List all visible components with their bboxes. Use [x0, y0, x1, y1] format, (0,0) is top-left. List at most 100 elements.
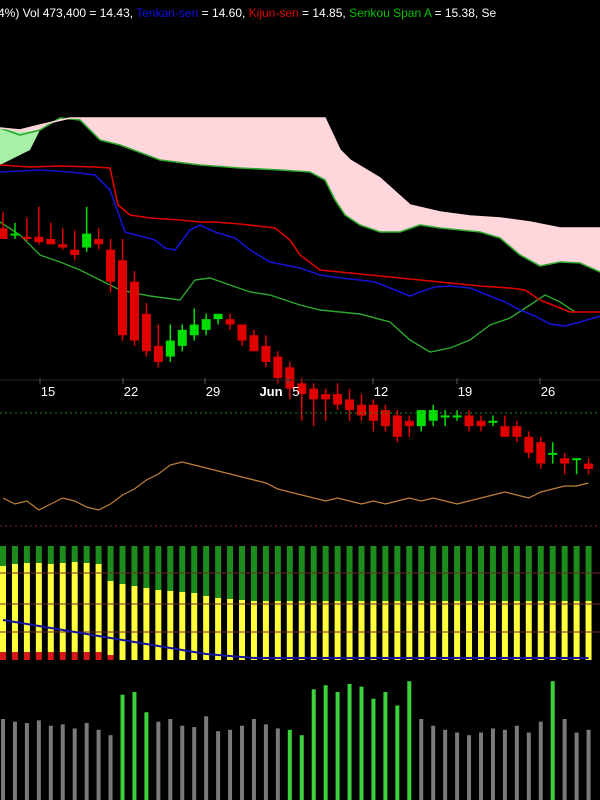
- volume-bar: [48, 725, 53, 800]
- candle-body: [464, 415, 474, 427]
- volume-bar: [275, 728, 280, 800]
- volume-bar: [216, 731, 221, 800]
- candle-body: [333, 394, 343, 405]
- candle-body: [225, 319, 235, 325]
- candle-body: [82, 233, 92, 248]
- x-axis: 15 22 29 Jun 5 12 19 26: [39, 378, 555, 399]
- volume-bar: [431, 725, 436, 800]
- volume-bar: [1, 719, 5, 800]
- stoch-yellow-bar: [454, 601, 461, 660]
- volume-bar: [586, 729, 591, 800]
- volume-bar: [96, 729, 101, 800]
- stoch-green-bar: [47, 546, 54, 564]
- header-segment: 4%) Vol 473,400: [0, 6, 86, 20]
- candle-body: [237, 324, 247, 341]
- candle-body: [153, 345, 163, 362]
- volume-bar: [156, 721, 161, 800]
- candle-body: [0, 228, 8, 239]
- rsi-panel: [0, 412, 600, 527]
- x-tick-label: 15: [41, 384, 55, 399]
- stochastic-signal-line: [2, 619, 589, 659]
- stoch-yellow-bar: [47, 564, 54, 652]
- volume-bar: [479, 732, 483, 800]
- candle-body: [476, 420, 486, 427]
- stoch-yellow-bar: [23, 563, 30, 652]
- stoch-yellow-bar: [394, 601, 401, 660]
- volume-bar: [180, 725, 185, 800]
- header-segment: Kijun-sen: [245, 6, 298, 20]
- candle-body: [524, 436, 534, 453]
- stoch-red-bar: [59, 652, 66, 660]
- stoch-green-bar: [71, 546, 78, 562]
- header-segment: Tenkan-sen: [133, 6, 198, 20]
- x-tick-label: 5: [292, 384, 299, 399]
- stoch-yellow-bar: [370, 601, 377, 660]
- header-segment: = 14.60,: [198, 6, 245, 20]
- stoch-yellow-bar: [250, 601, 257, 660]
- stoch-green-bar: [203, 546, 210, 596]
- rsi-line: [2, 461, 589, 511]
- stochastic-bars: [0, 546, 592, 660]
- kumo-cloud-bullish: [0, 128, 40, 165]
- candle-body: [129, 281, 139, 341]
- stoch-green-bar: [215, 546, 222, 598]
- candlesticks: [0, 206, 594, 475]
- candle-body: [452, 415, 462, 418]
- candle-body: [201, 319, 211, 330]
- candle-body: [428, 410, 438, 421]
- stoch-yellow-bar: [191, 593, 198, 660]
- volume-bar: [335, 692, 340, 800]
- candle-body: [22, 236, 32, 239]
- stoch-red-bar: [47, 652, 54, 660]
- candle-body: [321, 394, 331, 400]
- stoch-yellow-bar: [489, 601, 496, 660]
- stoch-yellow-bar: [442, 601, 449, 660]
- volume-bar: [120, 694, 125, 800]
- volume-bar: [12, 721, 17, 800]
- candle-body: [584, 463, 594, 469]
- candle-body: [440, 415, 450, 418]
- stoch-yellow-bar: [35, 563, 42, 652]
- volume-bar: [144, 712, 149, 800]
- volume-bar: [240, 725, 244, 800]
- candle-body: [46, 238, 56, 245]
- x-tick-label: Jun: [259, 384, 282, 399]
- volume-bar: [419, 719, 424, 800]
- stoch-yellow-bar: [143, 588, 150, 660]
- stoch-yellow-bar: [83, 563, 90, 652]
- tenkan-sen-line: [0, 169, 600, 327]
- stoch-red-bar: [107, 655, 114, 660]
- volume-bar: [514, 725, 519, 800]
- x-tick-label: 26: [541, 384, 555, 399]
- stoch-yellow-bar: [513, 601, 520, 660]
- volume-bar: [526, 732, 531, 800]
- stoch-yellow-bar: [537, 601, 544, 660]
- candle-body: [309, 388, 319, 400]
- stoch-green-bar: [155, 546, 162, 590]
- stoch-yellow-bar: [466, 601, 473, 660]
- candle-body: [345, 399, 355, 411]
- stoch-yellow-bar: [298, 601, 305, 660]
- stoch-yellow-bar: [203, 596, 210, 660]
- stoch-green-bar: [191, 546, 198, 593]
- volume-bar: [299, 735, 304, 800]
- candle-body: [273, 356, 283, 378]
- candle-body: [118, 260, 127, 336]
- stoch-red-bar: [35, 652, 42, 660]
- candle-body: [572, 458, 582, 461]
- stoch-yellow-bar: [239, 600, 245, 660]
- volume-bar: [24, 723, 29, 800]
- candle-body: [10, 233, 20, 236]
- stoch-yellow-bar: [478, 601, 484, 660]
- stoch-green-bar: [83, 546, 90, 563]
- volume-bar: [371, 698, 376, 800]
- volume-bar: [287, 729, 292, 800]
- stoch-red-bar: [23, 652, 30, 660]
- candle-body: [536, 442, 546, 464]
- volume-bar: [311, 689, 316, 800]
- volume-bar: [251, 719, 256, 800]
- candle-body: [416, 410, 426, 427]
- stoch-yellow-bar: [501, 601, 508, 660]
- volume-bar: [574, 732, 579, 800]
- volume-panel: [1, 681, 591, 800]
